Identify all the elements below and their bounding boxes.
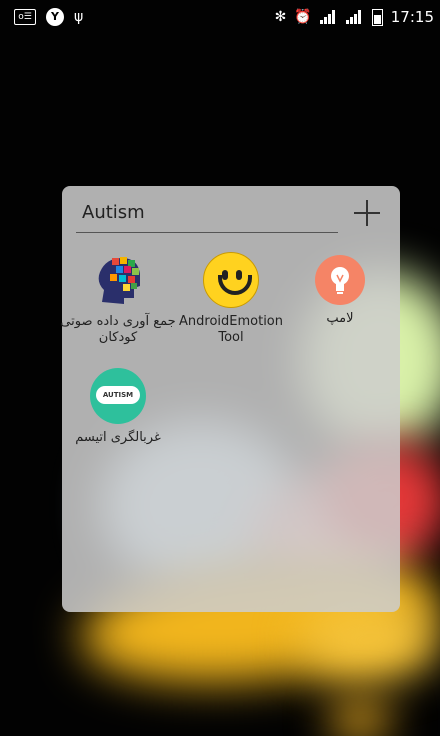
app-label: غربالگری اتیسم [75, 430, 161, 445]
app-autism-screening[interactable]: AUTISM غربالگری اتیسم [58, 368, 178, 446]
app-label: جمع آوری داده صوتی کودکان [60, 314, 176, 345]
outlook-icon: o☰ [14, 9, 36, 25]
battery-icon [371, 8, 383, 26]
notification-icons: o☰ Y ψ [14, 8, 83, 26]
system-icons: ✻ ⏰ 17:15 [275, 8, 434, 26]
signal-icon [345, 10, 364, 24]
lamp-icon [315, 255, 365, 305]
bluetooth-icon: ✻ [274, 9, 287, 25]
wallpaper-blob [300, 600, 440, 680]
app-android-emotion-tool[interactable]: AndroidEmotionTool [171, 252, 291, 346]
smiley-icon [203, 252, 259, 308]
folder-name-field[interactable]: Autism [82, 202, 145, 223]
signal-icon [319, 10, 338, 24]
app-label: AndroidEmotionTool [179, 314, 283, 345]
add-app-button[interactable] [352, 198, 382, 228]
smiley-mouth [218, 275, 252, 295]
app-label: لامپ [326, 311, 354, 326]
app-speech-collection[interactable]: جمع آوری داده صوتی کودکان [58, 252, 178, 346]
autism-icon-text: AUTISM [96, 386, 140, 404]
yandex-icon: Y [46, 8, 64, 26]
status-bar: o☰ Y ψ ✻ ⏰ 17:15 [0, 0, 440, 34]
autism-icon: AUTISM [90, 368, 146, 424]
app-lamp[interactable]: لامپ [280, 255, 400, 327]
app-folder: Autism جمع آوری داده صوتی کودکان Android… [60, 186, 400, 612]
folder-header: Autism [76, 194, 394, 234]
folder-name-underline [76, 232, 338, 233]
wallpaper-blob [330, 700, 390, 736]
clock: 17:15 [390, 8, 434, 26]
puzzle-head-icon [90, 252, 146, 308]
alarm-icon: ⏰ [294, 9, 312, 25]
usb-icon: ψ [74, 9, 84, 25]
